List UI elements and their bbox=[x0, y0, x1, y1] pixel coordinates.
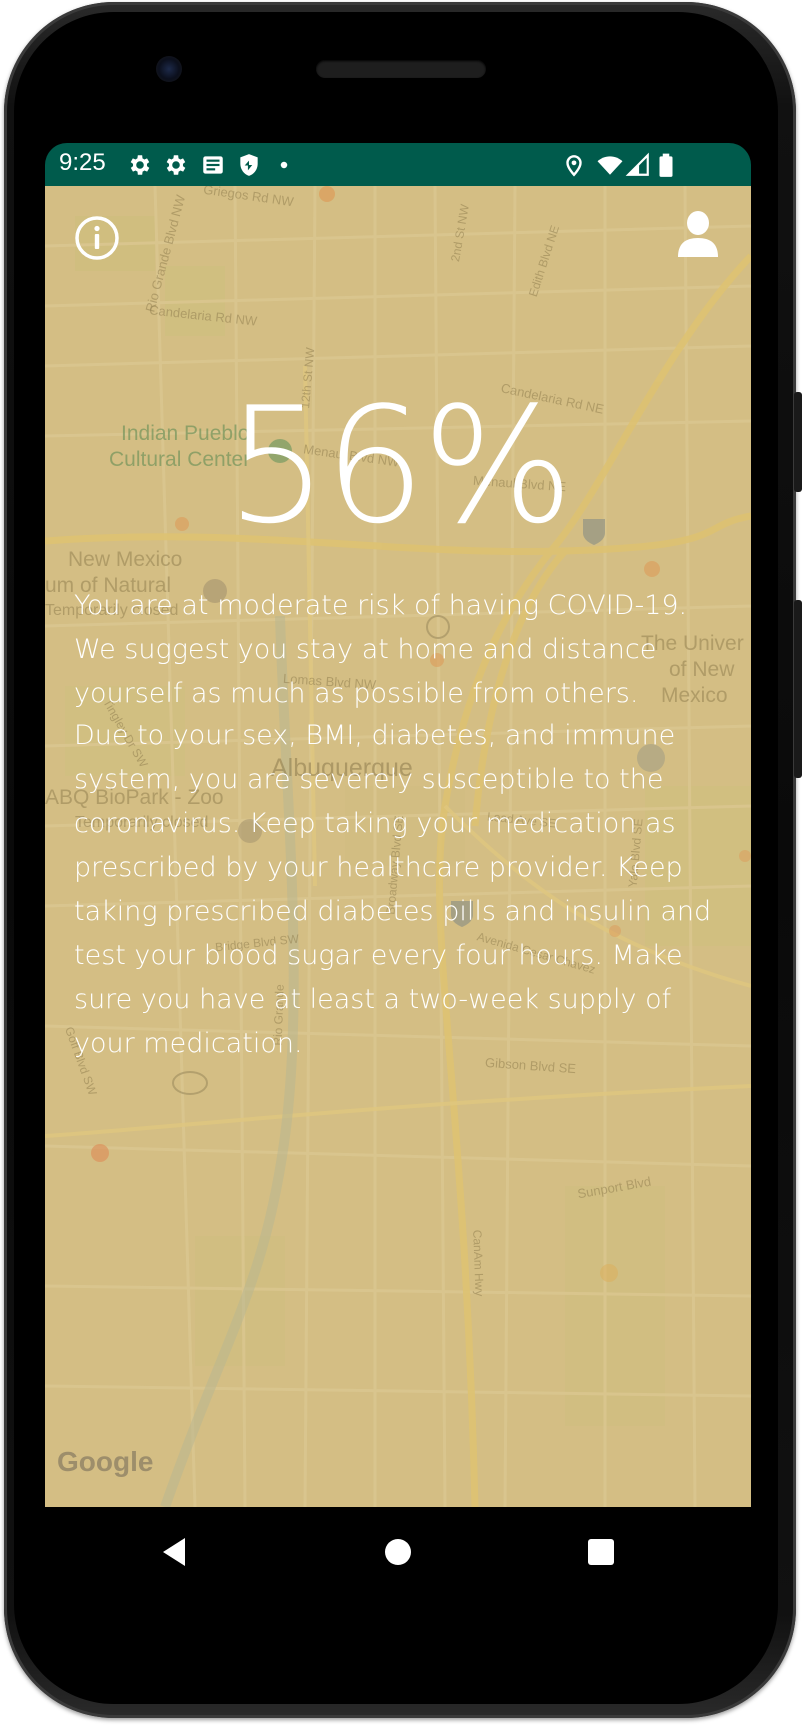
shield-icon bbox=[240, 154, 258, 176]
status-time: 9:25 bbox=[59, 149, 106, 176]
map-view[interactable]: Griegos Rd NW Rio Grande Blvd NW Candela… bbox=[45, 186, 751, 1507]
info-icon[interactable] bbox=[73, 214, 121, 262]
user-icon[interactable] bbox=[675, 210, 721, 260]
front-camera bbox=[156, 56, 182, 82]
risk-details-text: Due to your sex, BMI, diabetes, and immu… bbox=[74, 720, 712, 1059]
screen: 9:25 Griegos Rd NW Rio Grande Blvd NW Ca… bbox=[45, 143, 751, 1507]
volume-button bbox=[794, 600, 802, 778]
navigation-bar bbox=[45, 1507, 751, 1597]
risk-percent: 56% bbox=[226, 372, 574, 559]
wifi-icon bbox=[597, 156, 623, 175]
phone-frame: 9:25 Griegos Rd NW Rio Grande Blvd NW Ca… bbox=[0, 0, 806, 1727]
home-icon[interactable] bbox=[375, 1529, 421, 1575]
recents-icon[interactable] bbox=[578, 1529, 624, 1575]
battery-icon bbox=[659, 153, 673, 177]
news-icon bbox=[203, 156, 223, 174]
google-attribution: Google bbox=[57, 1446, 154, 1477]
risk-summary-text: You are at moderate risk of having COVID… bbox=[74, 590, 688, 709]
signal-icon bbox=[625, 152, 649, 176]
back-icon[interactable] bbox=[151, 1529, 197, 1575]
status-bar: 9:25 bbox=[45, 143, 751, 186]
earpiece-speaker bbox=[316, 60, 486, 78]
dot-icon bbox=[280, 161, 288, 169]
power-button bbox=[794, 392, 802, 492]
settings-icon bbox=[166, 155, 186, 175]
location-icon bbox=[566, 155, 582, 177]
settings-icon bbox=[130, 155, 150, 175]
